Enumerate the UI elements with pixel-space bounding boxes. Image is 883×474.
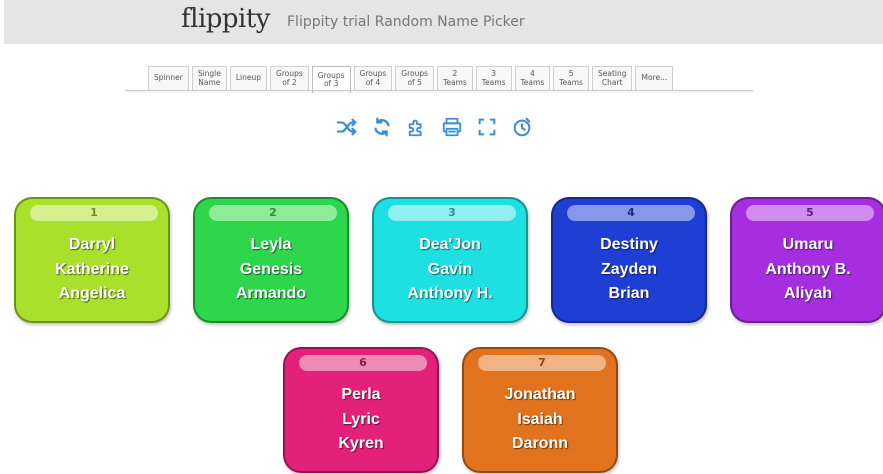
member-name: Leyla bbox=[250, 236, 292, 253]
group-card-2: 2 Leyla Genesis Armando bbox=[193, 197, 349, 323]
group-members: Perla Lyric Kyren bbox=[285, 383, 437, 457]
tab-more[interactable]: More... bbox=[635, 66, 674, 90]
group-number: 5 bbox=[746, 205, 874, 221]
group-number: 3 bbox=[388, 205, 516, 221]
member-name: Anthony B. bbox=[765, 260, 851, 278]
tab-lineup[interactable]: Lineup bbox=[229, 66, 268, 90]
puzzle-button[interactable] bbox=[404, 114, 430, 140]
member-name: Destiny bbox=[600, 236, 658, 253]
member-name: Jonathan bbox=[504, 386, 576, 403]
fullscreen-icon bbox=[478, 118, 496, 136]
group-members: Destiny Zayden Brian bbox=[553, 233, 705, 307]
header-bar: flippity Flippity trial Random Name Pick… bbox=[4, 0, 883, 44]
tabs-divider bbox=[125, 90, 753, 91]
timer-icon bbox=[513, 117, 531, 137]
tab-groups-of-4[interactable]: Groups of 4 bbox=[353, 66, 393, 90]
member-name: Angelica bbox=[58, 285, 126, 302]
print-button[interactable] bbox=[439, 114, 465, 140]
print-icon bbox=[442, 117, 462, 137]
tab-groups-of-3[interactable]: Groups of 3 bbox=[311, 66, 351, 93]
group-members: Dea'Jon Gavin Anthony H. bbox=[374, 233, 526, 307]
group-card-6: 6 Perla Lyric Kyren bbox=[283, 347, 439, 473]
group-number: 1 bbox=[30, 205, 158, 221]
member-name: Kyren bbox=[338, 435, 384, 452]
tab-3-teams[interactable]: 3 Teams bbox=[475, 66, 512, 90]
refresh-icon bbox=[374, 117, 390, 137]
member-name: Gavin bbox=[427, 260, 473, 278]
member-name: Darryl bbox=[68, 236, 116, 253]
group-card-4: 4 Destiny Zayden Brian bbox=[551, 197, 707, 323]
tab-spinner[interactable]: Spinner bbox=[148, 66, 189, 90]
toolbar bbox=[334, 114, 544, 140]
shuffle-icon bbox=[336, 118, 357, 136]
member-name: Aliyah bbox=[783, 285, 832, 302]
member-name: Armando bbox=[235, 285, 307, 302]
member-name: Daronn bbox=[512, 435, 568, 452]
tab-5-teams[interactable]: 5 Teams bbox=[553, 66, 589, 90]
tab-groups-of-2[interactable]: Groups of 2 bbox=[270, 66, 309, 90]
group-card-3: 3 Dea'Jon Gavin Anthony H. bbox=[372, 197, 528, 323]
mode-tabs: Spinner Single Name Lineup Groups of 2 G… bbox=[148, 66, 676, 93]
member-name: Genesis bbox=[239, 260, 303, 278]
group-members: Jonathan Isaiah Daronn bbox=[464, 383, 616, 457]
member-name: Lyric bbox=[342, 410, 380, 428]
puzzle-icon bbox=[408, 119, 422, 137]
member-name: Zayden bbox=[600, 260, 657, 278]
tab-4-teams[interactable]: 4 Teams bbox=[514, 66, 551, 90]
member-name: Dea'Jon bbox=[419, 236, 481, 253]
member-name: Brian bbox=[608, 285, 650, 302]
tab-single-name[interactable]: Single Name bbox=[191, 66, 227, 90]
group-members: Umaru Anthony B. Aliyah bbox=[732, 233, 883, 307]
page-title: Flippity trial Random Name Picker bbox=[287, 14, 525, 30]
group-members: Leyla Genesis Armando bbox=[195, 233, 347, 307]
member-name: Perla bbox=[341, 386, 381, 403]
member-name: Katherine bbox=[55, 260, 129, 278]
member-name: Isaiah bbox=[517, 410, 563, 428]
group-number: 7 bbox=[478, 355, 606, 371]
member-name: Anthony H. bbox=[407, 285, 493, 302]
group-card-5: 5 Umaru Anthony B. Aliyah bbox=[730, 197, 883, 323]
member-name: Umaru bbox=[782, 236, 834, 253]
group-card-1: 1 Darryl Katherine Angelica bbox=[14, 197, 170, 323]
group-number: 4 bbox=[567, 205, 695, 221]
group-members: Darryl Katherine Angelica bbox=[16, 233, 168, 307]
flippity-logo[interactable]: flippity bbox=[181, 4, 271, 34]
tab-groups-of-5[interactable]: Groups of 5 bbox=[395, 66, 435, 90]
fullscreen-button[interactable] bbox=[474, 114, 500, 140]
tab-2-teams[interactable]: 2 Teams bbox=[437, 66, 473, 90]
group-number: 2 bbox=[209, 205, 337, 221]
group-number: 6 bbox=[299, 355, 427, 371]
reshuffle-button[interactable] bbox=[369, 114, 395, 140]
tab-seating-chart[interactable]: Seating Chart bbox=[591, 66, 633, 90]
shuffle-button[interactable] bbox=[334, 114, 360, 140]
timer-button[interactable] bbox=[509, 114, 535, 140]
group-card-7: 7 Jonathan Isaiah Daronn bbox=[462, 347, 618, 473]
